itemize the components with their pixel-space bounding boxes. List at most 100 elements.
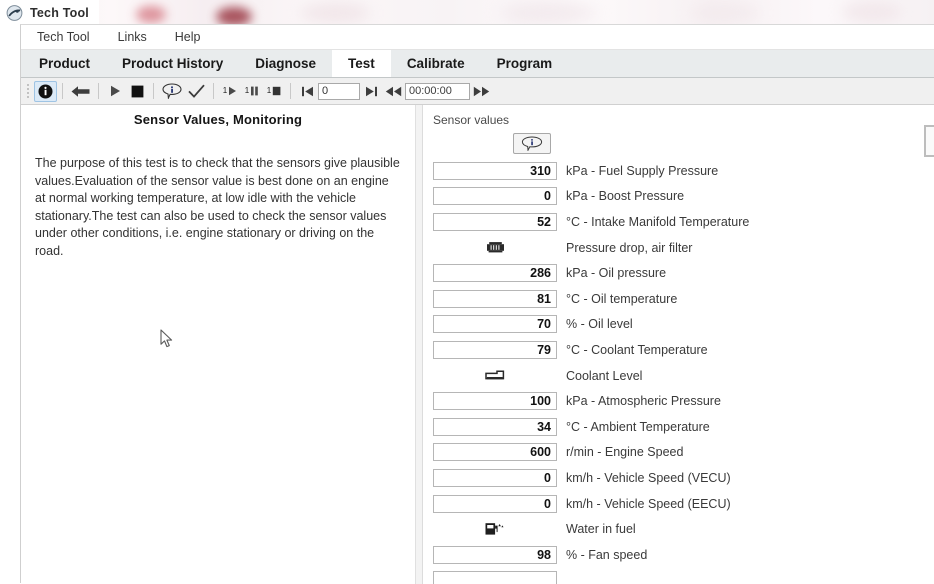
menu-item-help[interactable]: Help	[161, 25, 215, 50]
sensor-unit-label: kPa - Boost Pressure	[566, 189, 684, 203]
page-title: Sensor Values, Monitoring	[134, 112, 302, 127]
sensor-row-ambient-temperature: 34 °C - Ambient Temperature	[423, 414, 934, 440]
sensor-value[interactable]: 0	[433, 469, 557, 487]
toolbar-separator	[98, 83, 99, 99]
tab-calibrate[interactable]: Calibrate	[391, 50, 481, 77]
sensor-values-panel: Sensor values 310 kPa - Fuel Supply Pres…	[423, 105, 934, 584]
toolbar-separator	[213, 83, 214, 99]
toolbar-separator	[153, 83, 154, 99]
application-window: Tech Tool Tech Tool Links Help Product P…	[0, 0, 934, 583]
sensor-row-oil-temperature: 81 °C - Oil temperature	[423, 286, 934, 312]
sensor-unit-label: °C - Oil temperature	[566, 292, 677, 306]
sensor-row-partial	[423, 568, 934, 584]
window-title: Tech Tool	[30, 6, 89, 20]
sensor-row-atmospheric-pressure: 100 kPa - Atmospheric Pressure	[423, 388, 934, 414]
sensor-unit-label: % - Fan speed	[566, 548, 647, 562]
sensor-row-intake-manifold-temperature: 52 °C - Intake Manifold Temperature	[423, 209, 934, 235]
info-circle-icon[interactable]	[34, 81, 57, 102]
sensor-value[interactable]: 81	[433, 290, 557, 308]
sensor-row-engine-speed: 600 r/min - Engine Speed	[423, 440, 934, 466]
toolbar-drag-handle[interactable]	[25, 82, 31, 101]
step-play-icon[interactable]: 1	[219, 81, 241, 102]
play-icon[interactable]	[104, 81, 126, 102]
menu-bar: Tech Tool Links Help	[21, 25, 934, 50]
sensor-rows-list: 310 kPa - Fuel Supply Pressure 0 kPa - B…	[423, 156, 934, 584]
sensor-info-bar	[423, 127, 934, 156]
menu-item-links[interactable]: Links	[104, 25, 161, 50]
step-stop-number: 1	[267, 87, 271, 95]
sensor-value[interactable]: 0	[433, 187, 557, 205]
main-tab-strip: Product Product History Diagnose Test Ca…	[21, 50, 934, 78]
test-description-panel: Sensor Values, Monitoring The purpose of…	[21, 105, 416, 584]
sensor-unit-label: km/h - Vehicle Speed (VECU)	[566, 471, 731, 485]
title-bar-left: Tech Tool	[0, 0, 99, 26]
sensor-row-coolant-temperature: 79 °C - Coolant Temperature	[423, 337, 934, 363]
sensor-row-fan-speed: 98 % - Fan speed	[423, 542, 934, 568]
sensor-value[interactable]: 79	[433, 341, 557, 359]
sensor-unit-label: kPa - Fuel Supply Pressure	[566, 164, 718, 178]
elapsed-timer-input[interactable]: 00:00:00	[405, 83, 470, 100]
sensor-value[interactable]: 52	[433, 213, 557, 231]
frame-number-input[interactable]: 0	[318, 83, 360, 100]
sensor-row-vehicle-speed-eecu: 0 km/h - Vehicle Speed (EECU)	[423, 491, 934, 517]
sensor-unit-label: % - Oil level	[566, 317, 633, 331]
sensor-value[interactable]: 70	[433, 315, 557, 333]
air-filter-icon	[433, 241, 557, 254]
tab-diagnose[interactable]: Diagnose	[239, 50, 332, 77]
step-pause-number: 1	[245, 87, 249, 95]
sensor-unit-label: °C - Ambient Temperature	[566, 420, 710, 434]
menu-item-tech-tool[interactable]: Tech Tool	[21, 25, 104, 50]
sensor-row-oil-level: 70 % - Oil level	[423, 312, 934, 338]
coolant-tank-icon	[433, 369, 557, 382]
step-stop-icon[interactable]: 1	[263, 81, 285, 102]
sensor-values-label: Sensor values	[423, 105, 934, 127]
sensor-unit-label: kPa - Atmospheric Pressure	[566, 394, 721, 408]
sensor-row-pressure-drop-air-filter: Pressure drop, air filter	[423, 235, 934, 261]
step-pause-icon[interactable]: 1	[241, 81, 263, 102]
skip-to-last-icon[interactable]	[360, 81, 382, 102]
info-bubble-icon[interactable]	[513, 133, 551, 154]
tab-product[interactable]: Product	[21, 50, 106, 77]
sensor-row-fuel-supply-pressure: 310 kPa - Fuel Supply Pressure	[423, 158, 934, 184]
skip-to-first-icon[interactable]	[296, 81, 318, 102]
content-area: Sensor Values, Monitoring The purpose of…	[21, 105, 934, 584]
sensor-value[interactable]: 286	[433, 264, 557, 282]
sensor-unit-label: °C - Coolant Temperature	[566, 343, 708, 357]
tab-program[interactable]: Program	[481, 50, 569, 77]
toolbar-separator	[290, 83, 291, 99]
back-arrow-icon[interactable]	[68, 81, 93, 102]
sensor-value[interactable]: 310	[433, 162, 557, 180]
sensor-value[interactable]: 98	[433, 546, 557, 564]
stop-icon[interactable]	[126, 81, 148, 102]
sensor-value[interactable]: 0	[433, 495, 557, 513]
test-title-area: Sensor Values, Monitoring	[21, 105, 415, 129]
sensor-row-oil-pressure: 286 kPa - Oil pressure	[423, 260, 934, 286]
sensor-value[interactable]	[433, 571, 557, 584]
sensor-unit-label: r/min - Engine Speed	[566, 445, 683, 459]
sensor-row-boost-pressure: 0 kPa - Boost Pressure	[423, 184, 934, 210]
toolbar-separator	[62, 83, 63, 99]
test-description-text: The purpose of this test is to check tha…	[21, 129, 415, 260]
tab-test[interactable]: Test	[332, 50, 391, 77]
sensor-row-water-in-fuel: Water in fuel	[423, 516, 934, 542]
sensor-value[interactable]: 600	[433, 443, 557, 461]
main-window: Tech Tool Links Help Product Product His…	[20, 24, 934, 583]
checkmark-icon[interactable]	[185, 81, 208, 102]
tab-product-history[interactable]: Product History	[106, 50, 239, 77]
info-bubble-icon[interactable]	[159, 81, 185, 102]
rewind-icon[interactable]	[382, 81, 405, 102]
sensor-unit-label: km/h - Vehicle Speed (EECU)	[566, 497, 731, 511]
sensor-row-coolant-level: Coolant Level	[423, 363, 934, 389]
clipped-edge-widget[interactable]	[924, 125, 934, 157]
fast-forward-icon[interactable]	[470, 81, 493, 102]
sensor-unit-label: kPa - Oil pressure	[566, 266, 666, 280]
step-play-number: 1	[223, 87, 227, 95]
sensor-icon-label: Coolant Level	[566, 369, 642, 383]
sensor-value[interactable]: 34	[433, 418, 557, 436]
sensor-row-vehicle-speed-vecu: 0 km/h - Vehicle Speed (VECU)	[423, 465, 934, 491]
pane-splitter[interactable]	[416, 105, 423, 584]
sensor-value[interactable]: 100	[433, 392, 557, 410]
tech-tool-logo-icon	[6, 5, 23, 21]
fuel-pump-water-icon	[433, 522, 557, 536]
sensor-icon-label: Water in fuel	[566, 522, 636, 536]
